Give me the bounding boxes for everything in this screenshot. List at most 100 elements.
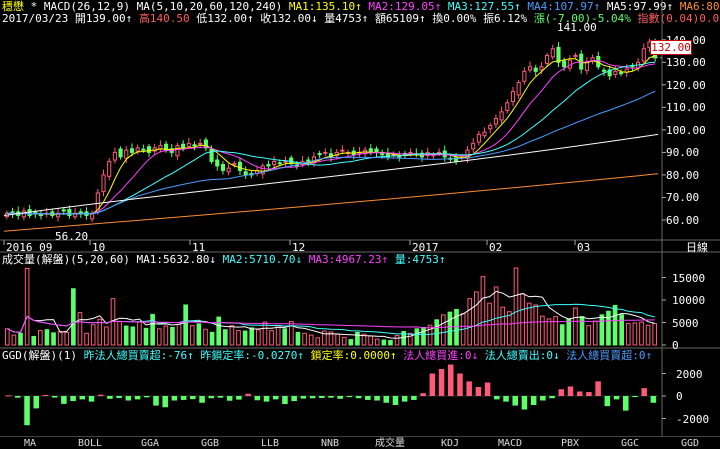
ggd-bar xyxy=(374,396,380,401)
volume-bar xyxy=(553,316,558,346)
volume-bar xyxy=(156,328,162,346)
candle-body xyxy=(232,163,237,166)
ggd-bar xyxy=(5,395,12,397)
ggd-bar xyxy=(355,396,362,399)
ggd-bar xyxy=(576,391,583,396)
candle-body xyxy=(61,209,66,212)
volume-bar xyxy=(526,302,532,346)
tab-7[interactable]: KDJ xyxy=(420,437,480,449)
ggd-bar xyxy=(447,364,454,396)
volume-bar xyxy=(341,336,347,346)
price-axis-label: 130.00 xyxy=(666,56,706,70)
ggd-bar xyxy=(51,396,58,398)
ggd-bar xyxy=(604,396,611,407)
candle-body xyxy=(510,91,516,102)
volume-axis-label: 5000 xyxy=(672,316,699,330)
candle-body xyxy=(545,55,550,64)
tab-0[interactable]: MA xyxy=(0,437,60,449)
tab-3[interactable]: GGB xyxy=(180,437,240,449)
candle-body xyxy=(67,209,72,216)
candle-body xyxy=(522,70,527,82)
volume-bar xyxy=(24,268,30,346)
volume-bar xyxy=(540,315,545,346)
volume-bar xyxy=(355,331,360,346)
ggd-bar xyxy=(319,396,325,399)
volume-bar xyxy=(11,334,17,346)
tab-4[interactable]: LLB xyxy=(240,437,300,449)
volume-bar xyxy=(222,329,228,346)
volume-bar xyxy=(507,311,512,346)
ggd-bar xyxy=(411,396,417,400)
volume-bar xyxy=(639,321,644,346)
volume-bar xyxy=(394,335,400,346)
price-axis-label: 100.00 xyxy=(666,123,706,137)
tab-2[interactable]: GGA xyxy=(120,437,180,449)
candle-body xyxy=(516,82,521,96)
time-unit-label[interactable]: 日線 xyxy=(686,242,708,254)
ggd-bar xyxy=(282,396,288,405)
tab-6[interactable]: 成交量 xyxy=(360,437,420,449)
ggd-bar xyxy=(549,396,555,399)
volume-bar xyxy=(619,314,624,346)
candle-body xyxy=(38,214,44,217)
volume-ma2: MA2:5710.70↓ xyxy=(222,253,303,266)
tab-11[interactable]: GGD xyxy=(660,437,720,449)
price-axis-label: 70.00 xyxy=(666,191,700,205)
volume-bar xyxy=(407,332,413,346)
volume-bar xyxy=(189,325,195,346)
volume-panel-title[interactable]: 成交量(解盤)(5,20,60) xyxy=(2,253,130,266)
ggd-bar xyxy=(33,396,40,409)
candle-body xyxy=(306,159,311,162)
candle-body xyxy=(146,146,152,153)
volume-current: 量:4753↑ xyxy=(394,253,446,266)
candle-body xyxy=(374,148,379,153)
candle-body xyxy=(613,70,618,75)
volume-bar xyxy=(599,314,605,346)
ggd-bar xyxy=(263,396,270,402)
candle-body xyxy=(112,151,117,161)
ggd-bar xyxy=(650,396,657,403)
ggd-panel-title[interactable]: GGD(解盤)(1) xyxy=(2,349,77,362)
ggd-axis-label: 0 xyxy=(676,390,683,403)
candle-body xyxy=(550,48,555,58)
volume-bar xyxy=(229,325,235,346)
ggd-bar xyxy=(586,392,592,396)
volume-bar xyxy=(381,339,387,346)
volume-bar xyxy=(4,328,10,346)
volume-bar xyxy=(645,324,651,346)
price-axis-label: 80.00 xyxy=(666,168,700,182)
candle-body xyxy=(436,151,442,154)
volume-axis-label: 15000 xyxy=(672,271,706,285)
candle-body xyxy=(237,161,243,171)
ggd-bar xyxy=(613,396,620,400)
price-volume-chart[interactable] xyxy=(0,0,720,436)
volume-bar xyxy=(480,276,486,346)
candle-body xyxy=(618,72,624,75)
volume-bar xyxy=(51,332,56,346)
ggd-bar xyxy=(540,396,546,401)
ggd-bar xyxy=(429,373,436,396)
ggd-bar xyxy=(558,389,565,396)
candle-body xyxy=(175,145,180,157)
volume-bar xyxy=(249,327,255,346)
volume-bar xyxy=(533,304,539,346)
volume-bar xyxy=(447,311,453,346)
volume-bar xyxy=(209,331,215,346)
tab-5[interactable]: NNB xyxy=(300,437,360,449)
tab-9[interactable]: PBX xyxy=(540,437,600,449)
volume-bar xyxy=(44,329,50,346)
tab-8[interactable]: MACD xyxy=(480,437,540,449)
tab-1[interactable]: BOLL xyxy=(60,437,120,449)
ggd-bar xyxy=(208,396,215,399)
candle-body xyxy=(476,133,481,143)
volume-bar xyxy=(117,321,122,346)
price-axis-label: 110.00 xyxy=(666,101,706,115)
volume-bar xyxy=(183,304,188,346)
candle-body xyxy=(527,66,533,71)
volume-bar xyxy=(289,321,294,346)
volume-bar xyxy=(566,318,572,346)
candle-body xyxy=(186,142,191,148)
volume-bar xyxy=(388,340,393,346)
candle-body xyxy=(283,160,288,163)
tab-10[interactable]: GGC xyxy=(600,437,660,449)
